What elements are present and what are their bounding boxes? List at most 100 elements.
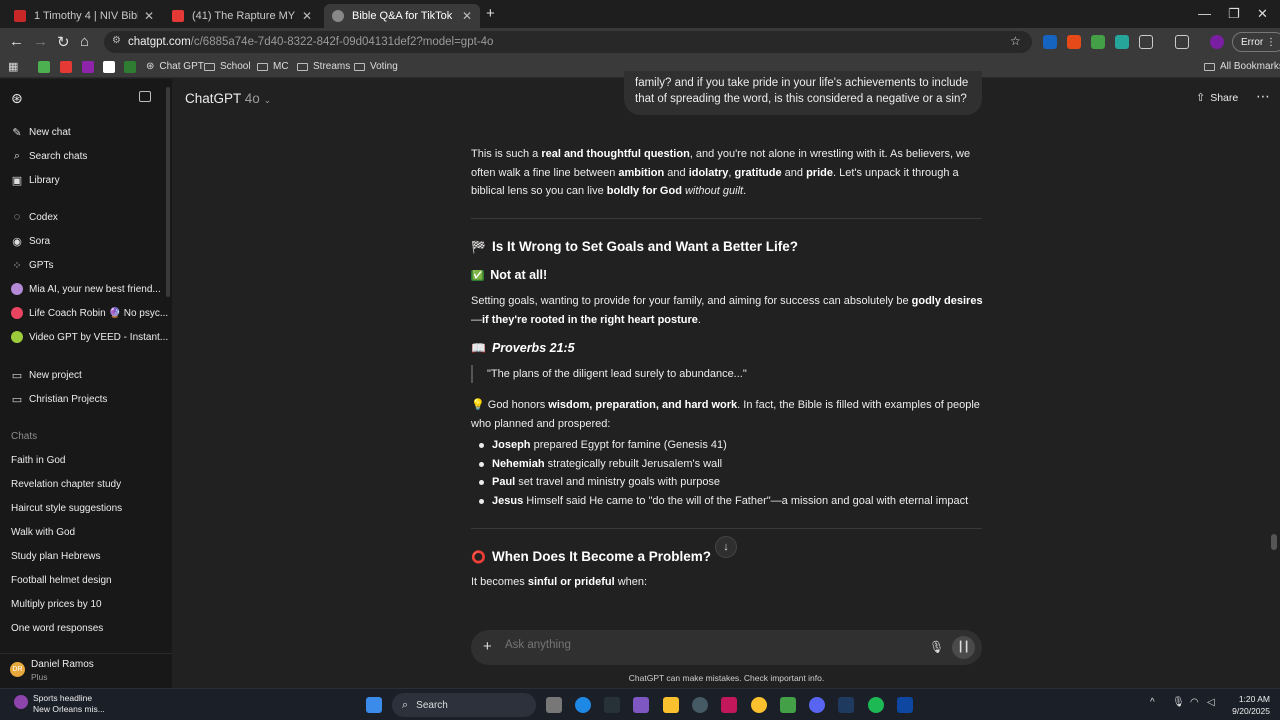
bookmark-label: Chat GPT [159,61,204,72]
chat-history-item[interactable]: Walk with God [11,527,75,538]
scroll-to-bottom-button[interactable]: ↓ [715,536,737,558]
forward-arrow-icon[interactable]: → [33,33,48,50]
extension-icon[interactable] [1067,35,1081,49]
bookmark-icon[interactable] [103,61,115,73]
sidebar-item-new-chat[interactable]: ✎ New chat [11,126,70,139]
sidebar-item-christian-projects[interactable]: ▭ Christian Projects [11,393,108,406]
sidebar-item-new-project[interactable]: ▭ New project [11,369,82,382]
toggle-sidebar-icon[interactable] [139,91,151,102]
bookmark-chatgpt[interactable]: ⊛ Chat GPT [146,61,204,72]
taskbar-search[interactable]: ⌕ Search [392,693,536,717]
voice-mode-button[interactable]: ┃┃ [952,636,975,659]
browser-tab-youtube[interactable]: (41) The Rapture MY Sheep hea ✕ [164,4,320,28]
tiktok-icon[interactable] [721,697,737,713]
reload-icon[interactable]: ↻ [57,33,70,51]
extensions-puzzle-icon[interactable] [1139,35,1153,49]
share-button[interactable]: ⇧ Share [1196,91,1238,105]
apps-grid-icon[interactable]: ▦ [8,60,18,73]
copilot-icon[interactable] [633,697,649,713]
close-tab-icon[interactable]: ✕ [144,9,154,23]
bookmark-icon[interactable] [60,61,72,73]
bookmark-mc[interactable]: MC [257,61,289,72]
close-tab-icon[interactable]: ✕ [462,9,472,23]
app-icon[interactable] [692,697,708,713]
sidebar-item-codex[interactable]: ◌ Codex [11,211,58,223]
minimize-icon[interactable]: — [1198,6,1211,21]
minecraft-icon[interactable] [780,697,796,713]
problem-paragraph: It becomes sinful or prideful when: [471,576,648,588]
extension-icon[interactable] [1091,35,1105,49]
chat-history-item[interactable]: Revelation chapter study [11,479,121,490]
sidebar-item-mia-ai[interactable]: Mia AI, your new best friend... [11,283,161,295]
chat-history-item[interactable]: Football helmet design [11,575,112,586]
windows-start-icon[interactable] [366,697,382,713]
tab-search-icon[interactable] [1175,35,1189,49]
spotify-icon[interactable] [868,697,884,713]
sidebar-item-search-chats[interactable]: ⌕ Search chats [11,150,87,162]
bookmark-icon[interactable] [82,61,94,73]
error-badge-button[interactable]: Error ⋮ [1232,32,1280,52]
gpt-avatar-icon [11,331,23,343]
main-scrollbar[interactable] [1271,534,1277,550]
model-selector[interactable]: ChatGPT 4o ⌄ [185,91,271,106]
tab-title: (41) The Rapture MY Sheep hea [192,10,296,22]
extension-icon[interactable] [1115,35,1129,49]
all-bookmarks[interactable]: All Bookmarks [1204,61,1280,72]
sidebar-item-life-coach[interactable]: Life Coach Robin 🔮 No psyc... [11,307,168,319]
profile-icon[interactable] [1210,35,1224,49]
chat-history-item[interactable]: Multiply prices by 10 [11,599,102,610]
new-tab-button[interactable]: + [486,5,495,22]
tab-title: 1 Timothy 4 | NIV Bible | YouVe [34,10,138,22]
task-view-icon[interactable] [546,697,562,713]
close-tab-icon[interactable]: ✕ [302,9,312,23]
bookmark-star-icon[interactable]: ☆ [1010,34,1021,48]
bookmark-icon[interactable] [38,61,50,73]
chrome-icon[interactable] [751,697,767,713]
chevron-up-icon[interactable]: ^ [1150,697,1155,708]
browser-tab-chatgpt[interactable]: Bible Q&A for TikTok ✕ [324,4,480,28]
chat-history-item[interactable]: One word responses [11,623,103,634]
sidebar-item-gpts[interactable]: ⁘ GPTs [11,259,53,272]
add-attachment-icon[interactable]: + [483,638,492,655]
wifi-icon[interactable]: ◠ [1190,697,1199,708]
edge-icon[interactable] [575,697,591,713]
sidebar-item-library[interactable]: ▣ Library [11,174,60,187]
verse-reference: Proverbs 21:5 [491,341,575,355]
bookmark-streams[interactable]: Streams [297,61,350,72]
chat-history-item[interactable]: Study plan Hebrews [11,551,101,562]
news-widget[interactable]: Sports headline New Orleans mis... [33,693,105,715]
more-options-icon[interactable]: ⋯ [1256,88,1270,105]
microphone-icon[interactable]: 🎙 [1172,697,1185,708]
back-arrow-icon[interactable]: ← [9,33,24,50]
bookmark-voting[interactable]: Voting [354,61,398,72]
sidebar-item-sora[interactable]: ◉ Sora [11,235,50,248]
extension-icon[interactable] [1043,35,1057,49]
file-explorer-icon[interactable] [663,697,679,713]
prompt-input[interactable] [505,639,905,651]
browser-tab-youversion[interactable]: 1 Timothy 4 | NIV Bible | YouVe ✕ [6,4,162,28]
section-heading-goals: 🏁 Is It Wrong to Set Goals and Want a Be… [471,239,798,254]
home-icon[interactable]: ⌂ [80,33,89,50]
examples-list: Joseph prepared Egypt for famine (Genesi… [471,436,982,510]
news-widget-icon[interactable] [14,695,28,709]
restore-icon[interactable]: ❐ [1228,6,1240,22]
app-icon[interactable] [897,697,913,713]
chat-history-item[interactable]: Faith in God [11,455,65,466]
sidebar-scrollbar[interactable] [166,87,170,297]
bookmark-school[interactable]: School [204,61,251,72]
sidebar-item-video-gpt[interactable]: Video GPT by VEED - Instant... [11,331,168,343]
user-profile-button[interactable]: DR Daniel Ramos Plus [0,653,172,687]
openai-logo-icon[interactable]: ⊛ [11,90,23,107]
steam-icon[interactable] [838,697,854,713]
site-info-icon[interactable]: ⚙ [112,35,121,46]
section-divider [471,218,982,219]
microphone-icon[interactable]: 🎙 [929,640,944,654]
terminal-icon[interactable] [604,697,620,713]
chat-history-item[interactable]: Haircut style suggestions [11,503,122,514]
close-window-icon[interactable]: ✕ [1257,6,1268,22]
bookmark-icon[interactable] [124,61,136,73]
taskbar-clock[interactable]: 1:20 AM 9/20/2025 [1226,693,1270,717]
discord-icon[interactable] [809,697,825,713]
volume-icon[interactable]: ◁ [1207,697,1215,708]
url-bar[interactable]: ⚙ chatgpt.com/c/6885a74e-7d40-8322-842f-… [104,31,1032,53]
